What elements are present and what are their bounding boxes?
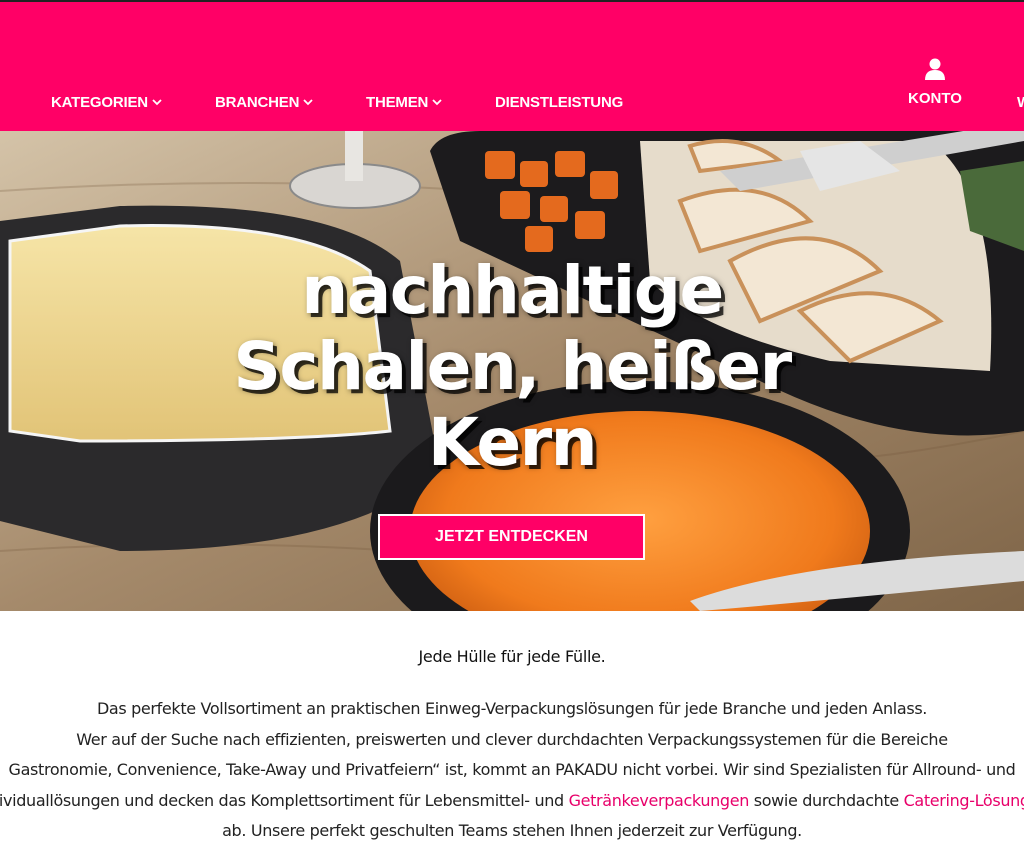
chevron-down-icon [432,99,442,106]
nav-item-label: KATEGORIEN [51,94,148,111]
catering-solutions-link[interactable]: Catering-Lösungen [904,791,1024,810]
nav-item-label: BRANCHEN [215,94,300,111]
chevron-down-icon [152,99,162,106]
beverage-packaging-link[interactable]: Getränkeverpackungen [569,791,750,810]
nav-item-label: THEMEN [366,94,429,111]
account-label: KONTO [908,90,962,107]
hero-title-line: Schalen, heißer [233,328,792,405]
paragraph-line: Das perfekte Vollsortiment an praktische… [96,699,928,718]
user-icon [925,58,945,80]
intro-paragraph: Das perfekte Vollsortiment an praktische… [0,694,1024,847]
account-link[interactable]: KONTO [898,58,972,112]
nav-item-cut-off[interactable]: W [1017,90,1024,116]
hero-title: nachhaltige Schalen, heißer Kern [0,253,1024,481]
paragraph-line: Wer auf der Suche nach effizienten, prei… [76,729,948,749]
nav-item-dienstleistung[interactable]: DIENSTLEISTUNG [495,90,623,116]
paragraph-text: sowie durchdachte [749,790,904,810]
paragraph-line: Individuallösungen und decken das Komple… [0,786,1024,817]
paragraph-line: Gastronomie, Convenience, Take-Away und … [8,760,1016,779]
nav-item-label: DIENSTLEISTUNG [495,94,624,111]
nav-item-kategorien[interactable]: KATEGORIEN [51,90,162,116]
hero-title-line: nachhaltige [301,252,724,329]
site-header: KATEGORIEN BRANCHEN THEMEN DIENSTLEISTUN… [0,0,1024,131]
nav-item-branchen[interactable]: BRANCHEN [215,90,313,116]
hero-title-line: Kern [427,404,598,481]
paragraph-text: Individuallösungen und decken das Komple… [0,790,569,810]
discover-button[interactable]: JETZT ENTDECKEN [378,514,645,560]
intro-section: Jede Hülle für jede Fülle. Das perfekte … [0,611,1024,860]
paragraph-line: ab. Unsere perfekt geschulten Teams steh… [222,821,802,840]
hero-banner: nachhaltige Schalen, heißer Kern JETZT E… [0,131,1024,611]
chevron-down-icon [303,99,313,106]
nav-item-themen[interactable]: THEMEN [366,90,442,116]
main-nav: KATEGORIEN BRANCHEN THEMEN DIENSTLEISTUN… [0,90,1024,116]
tagline: Jede Hülle für jede Fülle. [418,647,606,666]
